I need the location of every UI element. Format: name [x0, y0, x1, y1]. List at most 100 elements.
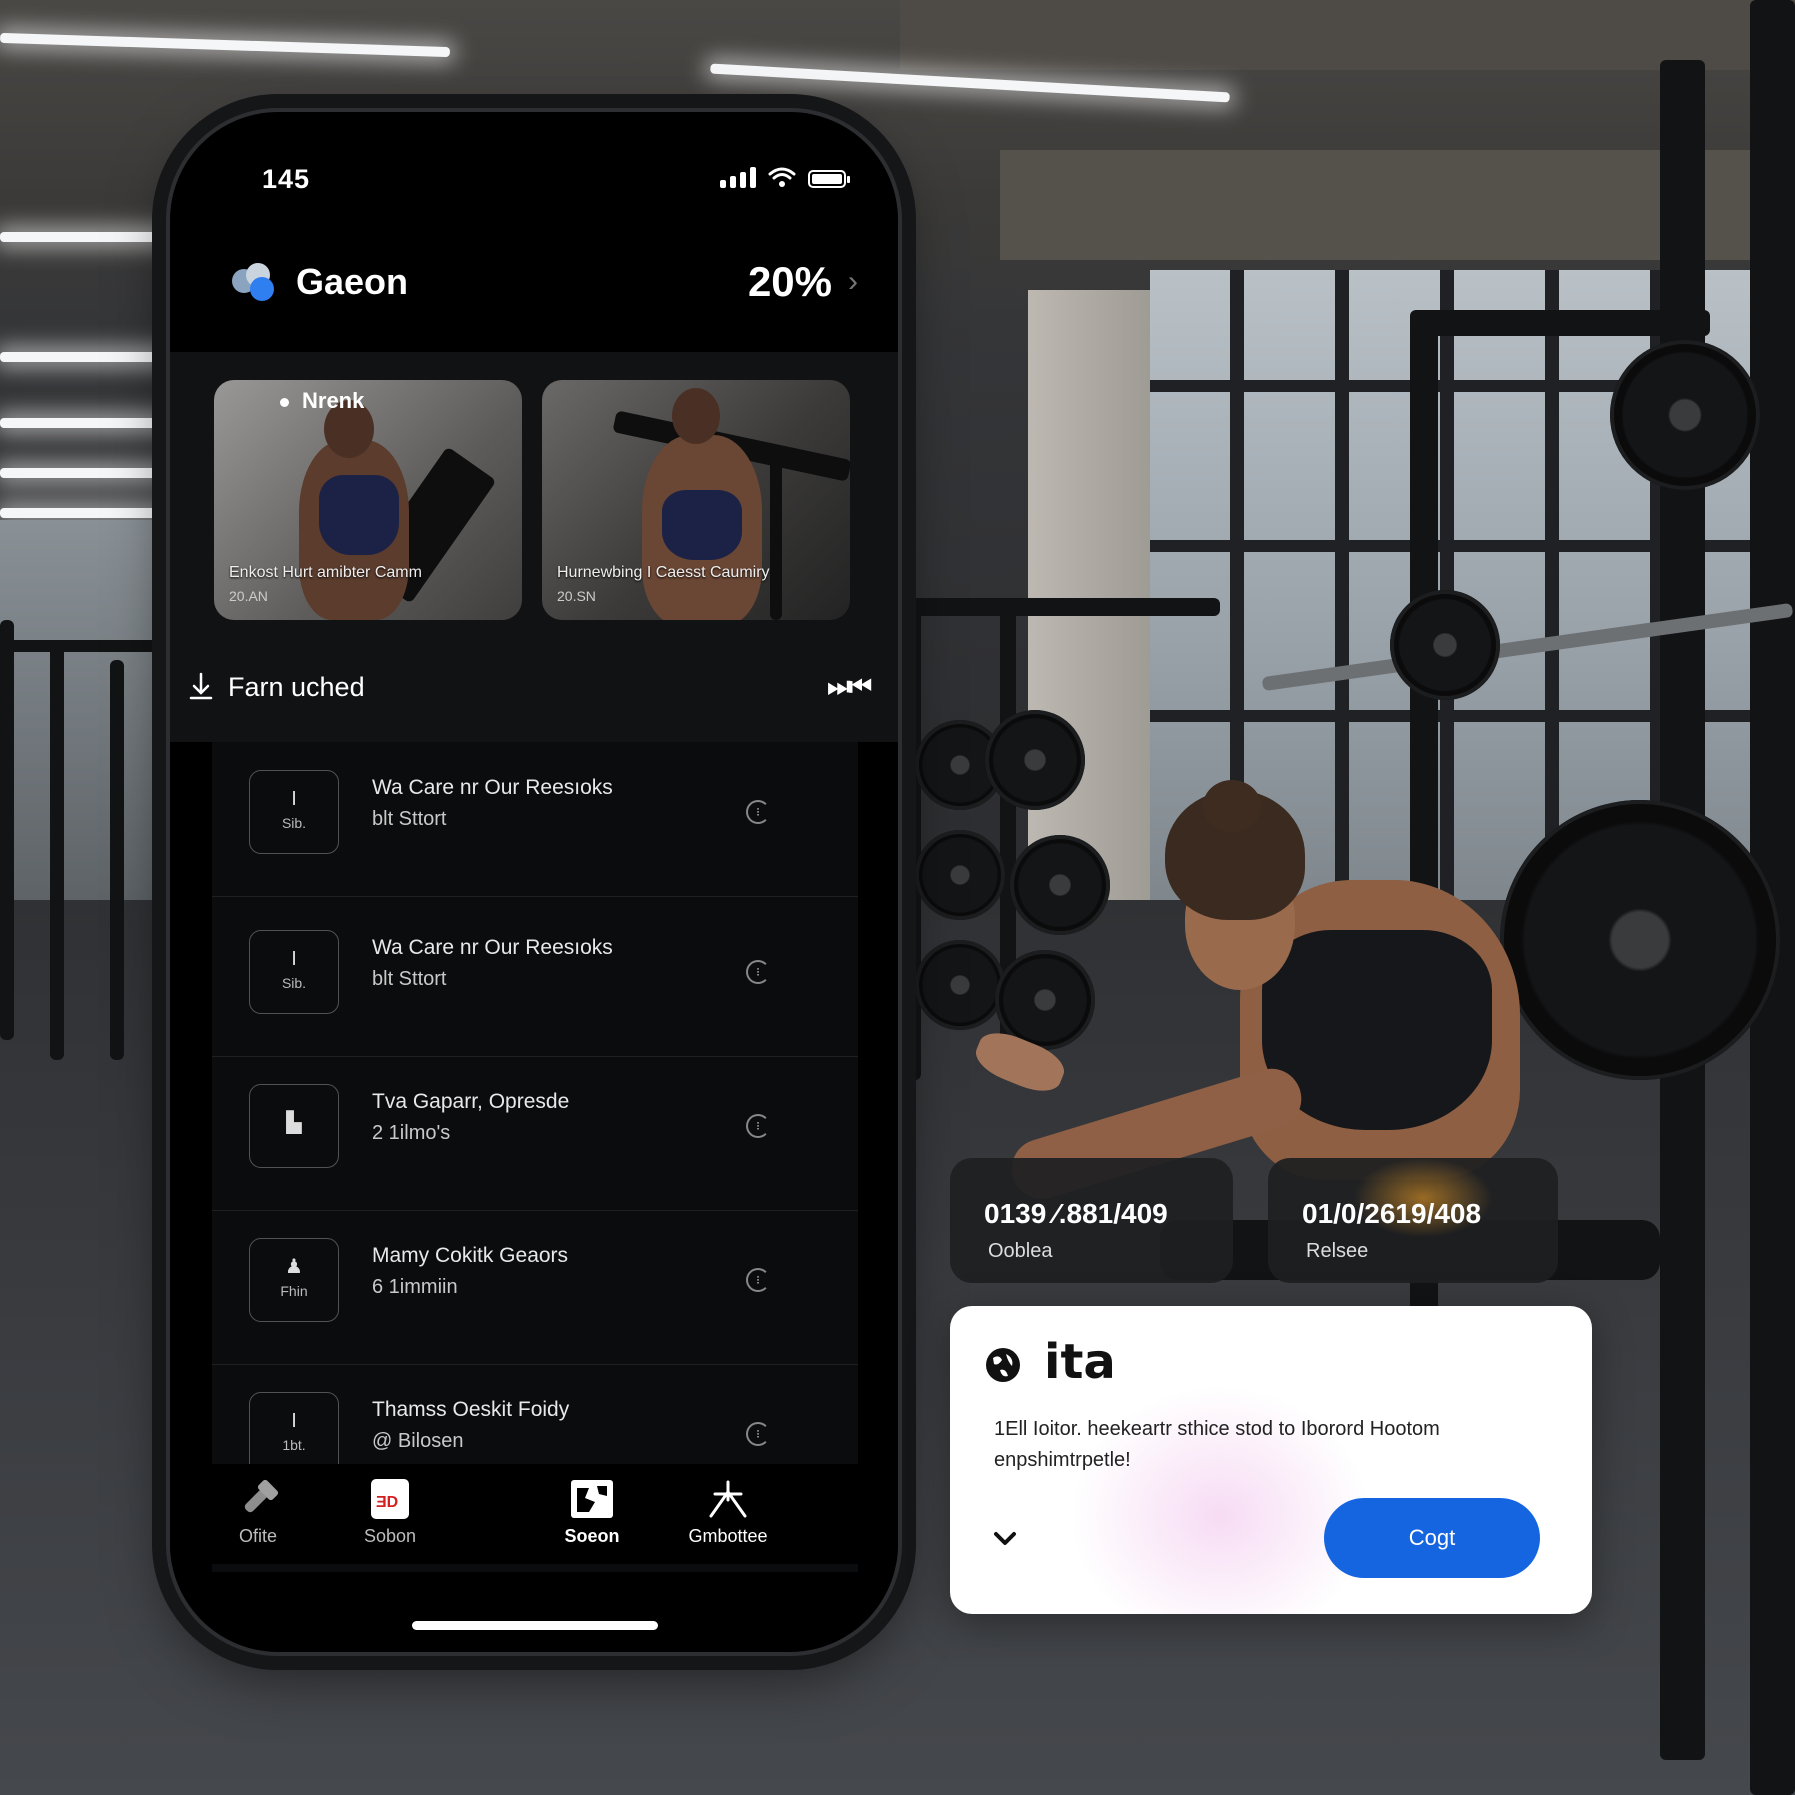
item-title: Mamy Cokitk Geaors	[372, 1244, 569, 1267]
weight-plate	[915, 940, 1005, 1030]
ceiling-light	[0, 232, 170, 242]
stat-label: Ooblea	[988, 1240, 1053, 1262]
item-title: Tva Gaparr, Opresde	[372, 1090, 570, 1113]
item-thumb: I Sib.	[249, 930, 339, 1014]
home-indicator[interactable]	[412, 1621, 658, 1630]
list-item[interactable]: I Sib. Wa Care nr Our Reesıoks blt Sttor…	[212, 902, 858, 1057]
tab-bar: Ofite ƎD Sobon Soeon Gmbottee	[170, 1464, 898, 1564]
section-header: Farn uched ⏭⏮	[188, 662, 872, 712]
notification-dialog: ita 1Ell Ioitor. heekeartr sthice stod t…	[950, 1306, 1592, 1614]
skip-controls-button[interactable]: ⏭⏮	[827, 671, 872, 703]
stat-value: 01/0/2619/408	[1302, 1198, 1482, 1229]
stat-card[interactable]: 0139 ⁄.881/409 Ooblea	[950, 1158, 1233, 1283]
weight-plate	[1610, 340, 1760, 490]
card-caption: Hurnewbing I Caesst Caumiry	[557, 564, 770, 581]
weight-plate	[1390, 590, 1500, 700]
battery-icon	[808, 170, 850, 188]
app-header: Gaeon 20% ›	[232, 247, 858, 317]
list-item[interactable]: I Sib. Wa Care nr Our Reesıoks blt Sttor…	[212, 742, 858, 897]
ceiling-light	[0, 418, 170, 428]
workout-photo	[214, 380, 522, 620]
workout-list: I Sib. Wa Care nr Our Reesıoks blt Sttor…	[212, 742, 858, 1572]
card-meta: 20.SN	[557, 588, 596, 604]
item-thumb: ♟ Fhin	[249, 1238, 339, 1322]
phone-side-button	[162, 480, 168, 570]
ceiling-light	[0, 508, 170, 518]
progress-percent[interactable]: 20%	[748, 258, 832, 306]
tab-label: Gmbottee	[688, 1526, 768, 1546]
dialog-body: 1Ell Ioitor. heekeartr sthice stod to Ib…	[994, 1418, 1440, 1471]
svg-text:ƎD: ƎD	[376, 1494, 398, 1511]
puzzle-icon	[571, 1480, 613, 1518]
item-thumb: I Sib.	[249, 770, 339, 854]
more-options-icon[interactable]: ⁝	[746, 1114, 770, 1138]
item-code: Fhin	[280, 1283, 308, 1299]
stat-value: 0139 ⁄.881/409	[984, 1198, 1168, 1229]
more-options-icon[interactable]: ⁝	[746, 800, 770, 824]
workout-photo	[542, 380, 850, 620]
list-item[interactable]: ♟ Fhin Mamy Cokitk Geaors 6 1immiin ⁝	[212, 1210, 858, 1365]
ceiling-light	[0, 352, 170, 362]
stat-label: Relsee	[1306, 1240, 1369, 1262]
phone-side-button	[162, 285, 168, 335]
item-code: Sib.	[281, 975, 307, 991]
weight-plate	[1500, 800, 1780, 1080]
app-badge-icon: ƎD	[371, 1479, 409, 1519]
tab-soeon[interactable]: Soeon	[532, 1476, 652, 1547]
phone-side-button	[162, 370, 168, 460]
item-glyph: I	[291, 788, 297, 810]
card-caption: Enkost Hurt amibter Camm	[229, 564, 422, 581]
item-title: Wa Care nr Our Reesıoks	[372, 776, 613, 799]
globe-icon	[986, 1348, 1020, 1382]
bookmark-down-icon	[189, 672, 213, 700]
item-subtitle: blt Sttort	[372, 968, 447, 990]
app-logo-icon	[232, 263, 278, 301]
signal-icon	[720, 167, 756, 188]
item-glyph: ▙	[286, 1112, 302, 1134]
ceiling-beam	[900, 0, 1795, 70]
item-glyph: I	[291, 1410, 297, 1432]
card-meta: 20.AN	[229, 588, 268, 604]
featured-card[interactable]: Hurnewbing I Caesst Caumiry 20.SN	[542, 380, 850, 620]
chevron-right-icon[interactable]: ›	[848, 265, 858, 299]
rack	[905, 600, 921, 1080]
rack	[110, 660, 124, 1060]
tripod-icon	[709, 1480, 747, 1518]
item-code: Sib.	[281, 815, 307, 831]
weight-plate	[1010, 835, 1110, 935]
rack	[0, 620, 14, 1040]
tab-label: Sobon	[363, 1526, 417, 1546]
ceiling-light	[0, 468, 170, 478]
chevron-down-icon[interactable]	[992, 1526, 1018, 1552]
stat-card[interactable]: 01/0/2619/408 Relsee	[1268, 1158, 1558, 1283]
rack	[50, 640, 64, 1060]
item-subtitle: blt Sttort	[372, 808, 447, 830]
tab-gmbottee[interactable]: Gmbottee	[668, 1476, 788, 1547]
more-options-icon[interactable]: ⁝	[746, 960, 770, 984]
live-dot	[280, 398, 289, 407]
item-subtitle: 2 1ilmo's	[372, 1122, 451, 1144]
featured-card[interactable]: Nrenk Enkost Hurt amibter Camm 20.AN	[214, 380, 522, 620]
more-options-icon[interactable]: ⁝	[746, 1422, 770, 1446]
wifi-icon	[768, 167, 796, 187]
item-glyph: ♟	[285, 1256, 303, 1278]
more-options-icon[interactable]: ⁝	[746, 1268, 770, 1292]
status-icons	[720, 166, 850, 188]
item-thumb: ▙	[249, 1084, 339, 1168]
confirm-button[interactable]: Cogt	[1324, 1498, 1540, 1578]
person-hair-bun	[1203, 780, 1261, 832]
card-tag: Nrenk	[302, 388, 365, 413]
item-glyph: I	[291, 948, 297, 970]
tab-ofite[interactable]: Ofite	[198, 1476, 318, 1547]
item-title: Thamss Oeskit Foidy	[372, 1398, 570, 1421]
tab-label: Ofite	[238, 1526, 277, 1546]
tab-sobon[interactable]: ƎD Sobon	[330, 1476, 450, 1547]
section-title: Farn uched	[228, 671, 365, 702]
dumbbell-icon	[244, 1479, 279, 1513]
rack	[0, 640, 170, 652]
item-subtitle: 6 1immiin	[372, 1276, 458, 1298]
status-time: 145	[262, 164, 311, 194]
tab-label: Soeon	[564, 1526, 620, 1546]
list-item[interactable]: ▙ Tva Gaparr, Opresde 2 1ilmo's ⁝	[212, 1056, 858, 1211]
weight-plate	[915, 830, 1005, 920]
